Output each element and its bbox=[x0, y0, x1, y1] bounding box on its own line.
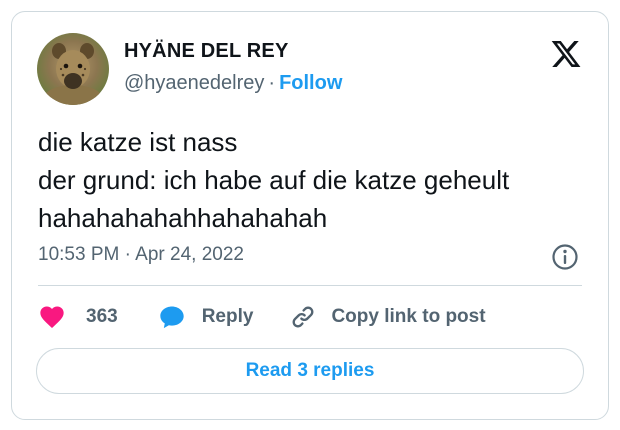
link-icon bbox=[289, 303, 317, 331]
info-icon[interactable] bbox=[550, 242, 580, 272]
reply-button[interactable]: Reply bbox=[158, 303, 254, 331]
tweet-timestamp[interactable]: 10:53 PM · Apr 24, 2022 bbox=[38, 244, 244, 266]
action-bar: 363 Reply Copy link to post bbox=[38, 299, 486, 335]
author-avatar[interactable] bbox=[37, 33, 109, 105]
copy-link-label: Copy link to post bbox=[331, 306, 486, 327]
tweet-line: hahahahahahhahahahah bbox=[38, 203, 328, 233]
tweet-line: der grund: ich habe auf die katze geheul… bbox=[38, 165, 510, 195]
author-handle-row: @hyaenedelrey · Follow bbox=[124, 72, 342, 95]
tweet-card: HYÄNE DEL REY @hyaenedelrey · Follow die k… bbox=[11, 11, 609, 420]
like-button[interactable]: 363 bbox=[38, 303, 118, 331]
read-replies-button[interactable]: Read 3 replies bbox=[36, 348, 584, 394]
separator-dot: · bbox=[268, 72, 276, 94]
reply-label: Reply bbox=[201, 306, 254, 327]
follow-link[interactable]: Follow bbox=[279, 72, 342, 94]
tweet-text: die katze ist nass der grund: ich habe a… bbox=[38, 123, 509, 237]
hyena-avatar-icon bbox=[43, 43, 103, 105]
tweet-line: die katze ist nass bbox=[38, 127, 238, 157]
author-name[interactable]: HYÄNE DEL REY bbox=[124, 40, 289, 63]
heart-icon bbox=[38, 303, 66, 331]
copy-link-button[interactable]: Copy link to post bbox=[289, 303, 486, 331]
author-handle[interactable]: @hyaenedelrey bbox=[124, 72, 264, 94]
like-count: 363 bbox=[86, 306, 118, 327]
speech-bubble-icon bbox=[158, 303, 186, 331]
divider bbox=[38, 285, 582, 286]
x-logo-icon[interactable] bbox=[550, 38, 582, 70]
read-replies-label: Read 3 replies bbox=[245, 360, 375, 381]
